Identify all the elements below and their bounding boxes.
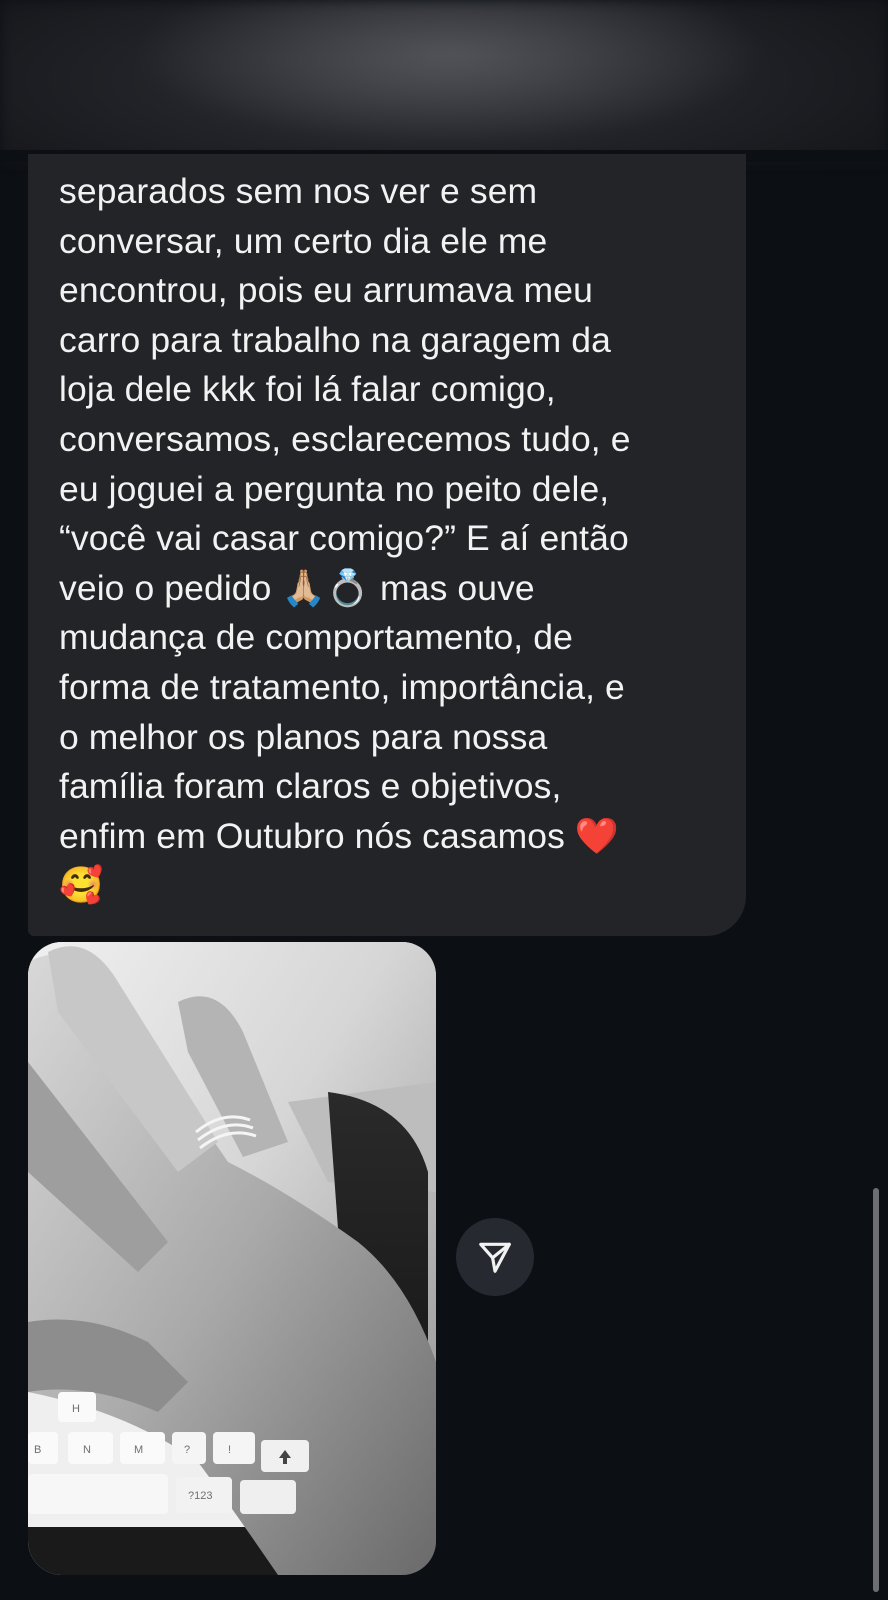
- message-line-9: veio o pedido: [59, 567, 282, 608]
- message-line-6: conversamos, esclarecemos tudo, e: [59, 418, 631, 459]
- key-exclaim: !: [228, 1444, 231, 1456]
- key-numbers: ?123: [188, 1490, 212, 1502]
- message-line-14: enfim em Outubro nós casamos: [59, 815, 575, 856]
- share-button[interactable]: [456, 1218, 534, 1296]
- message-line-13: família foram claros e objetivos,: [59, 766, 562, 807]
- shared-photo[interactable]: H B N M ? ! ?123: [28, 942, 436, 1575]
- key-h: H: [72, 1403, 80, 1415]
- scrollbar[interactable]: [873, 1188, 879, 1592]
- ring-emoji-icon: 💍: [325, 567, 371, 609]
- message-line-7: eu joguei a pergunta no peito dele,: [59, 468, 610, 509]
- red-heart-emoji-icon: ❤️: [574, 815, 620, 857]
- key-n: N: [83, 1444, 91, 1456]
- hand-ring-photo-image: H B N M ? ! ?123: [28, 942, 436, 1575]
- blurred-header: [0, 0, 888, 160]
- message-line-9-rest: mas ouve: [370, 567, 535, 608]
- message-line-2: conversar, um certo dia ele me: [59, 220, 548, 261]
- smiling-face-hearts-emoji-icon: 🥰: [59, 865, 104, 907]
- message-line-4: carro para trabalho na garagem da: [59, 319, 611, 360]
- message-line-1: separados sem nos ver e sem: [59, 171, 538, 211]
- message-line-3: encontrou, pois eu arrumava meu: [59, 270, 593, 311]
- key-b: B: [34, 1444, 41, 1456]
- message-line-5: loja dele kkk foi lá falar comigo,: [59, 369, 556, 410]
- send-icon: [479, 1242, 511, 1273]
- pray-emoji-icon: 🙏🏼: [281, 567, 326, 609]
- message-bubble[interactable]: separados sem nos ver e sem conversar, u…: [28, 154, 746, 936]
- message-line-8: “você vai casar comigo?” E aí então: [59, 518, 629, 559]
- message-line-12: o melhor os planos para nossa: [59, 716, 548, 757]
- key-m: M: [134, 1444, 143, 1456]
- key-question: ?: [184, 1444, 190, 1456]
- message-text: separados sem nos ver e sem conversar, u…: [59, 167, 718, 911]
- message-line-10: mudança de comportamento, de: [59, 617, 573, 658]
- message-line-11: forma de tratamento, importância, e: [59, 666, 625, 707]
